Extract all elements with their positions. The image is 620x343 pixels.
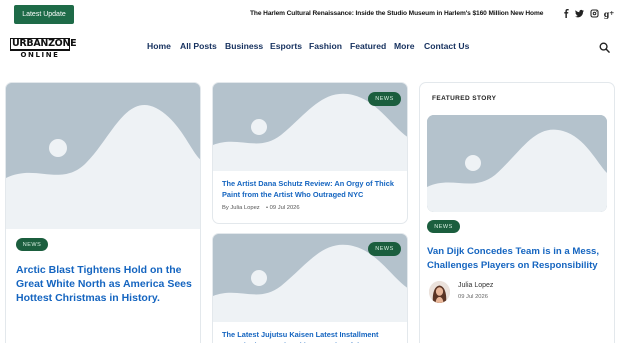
site-logo[interactable]: URBANZONE ONLINE (10, 38, 77, 59)
article-date: • 09 Jul 2026 (266, 205, 300, 211)
featured-story-heading: FEATURED STORY (432, 95, 497, 102)
article-title[interactable]: The Latest Jujutsu Kaisen Latest Install… (222, 330, 404, 343)
facebook-icon[interactable] (561, 8, 572, 19)
category-badge[interactable]: NEWS (368, 242, 401, 256)
latest-update-button[interactable]: Latest Update (14, 5, 74, 24)
twitter-icon[interactable] (574, 8, 585, 19)
category-badge[interactable]: NEWS (427, 220, 460, 233)
category-badge[interactable]: NEWS (368, 92, 401, 106)
google-plus-icon[interactable]: g + (603, 8, 615, 19)
nav-item-esports[interactable]: Esports (270, 41, 302, 51)
nav-item-home[interactable]: Home (147, 41, 171, 51)
article-author[interactable]: By Julia Lopez (222, 205, 260, 211)
top-bar: Latest Update The Harlem Cultural Renais… (0, 0, 620, 30)
instagram-icon[interactable] (589, 8, 600, 19)
article-card-large[interactable]: NEWS Arctic Blast Tightens Hold on the G… (5, 82, 201, 343)
nav-item-business[interactable]: Business (225, 41, 263, 51)
nav-item-featured[interactable]: Featured (350, 41, 386, 51)
logo-subtitle: ONLINE (10, 49, 70, 59)
article-title[interactable]: Arctic Blast Tightens Hold on the Great … (16, 263, 199, 305)
featured-author[interactable]: Julia Lopez (458, 282, 493, 289)
featured-image-placeholder[interactable] (427, 115, 607, 212)
nav-item-contact-us[interactable]: Contact Us (424, 41, 469, 51)
nav-item-fashion[interactable]: Fashion (309, 41, 342, 51)
logo-wordmark: URBANZONE (10, 38, 77, 49)
date-text: 09 Jul 2026 (269, 205, 300, 211)
author-avatar[interactable] (429, 281, 450, 303)
category-badge[interactable]: NEWS (16, 238, 48, 251)
featured-title[interactable]: Van Dijk Concedes Team is in a Mess, Cha… (427, 245, 613, 272)
article-card[interactable]: NEWS The Latest Jujutsu Kaisen Latest In… (212, 233, 408, 343)
nav-item-all-posts[interactable]: All Posts (180, 41, 217, 51)
news-ticker[interactable]: The Harlem Cultural Renaissance: Inside … (250, 10, 543, 17)
featured-date: 09 Jul 2026 (458, 294, 488, 300)
article-image-placeholder (6, 83, 200, 229)
article-title[interactable]: The Artist Dana Schutz Review: An Orgy o… (222, 179, 404, 200)
search-icon[interactable] (599, 42, 610, 53)
nav-item-more[interactable]: More (394, 41, 415, 51)
article-card[interactable]: NEWS The Artist Dana Schutz Review: An O… (212, 82, 408, 224)
